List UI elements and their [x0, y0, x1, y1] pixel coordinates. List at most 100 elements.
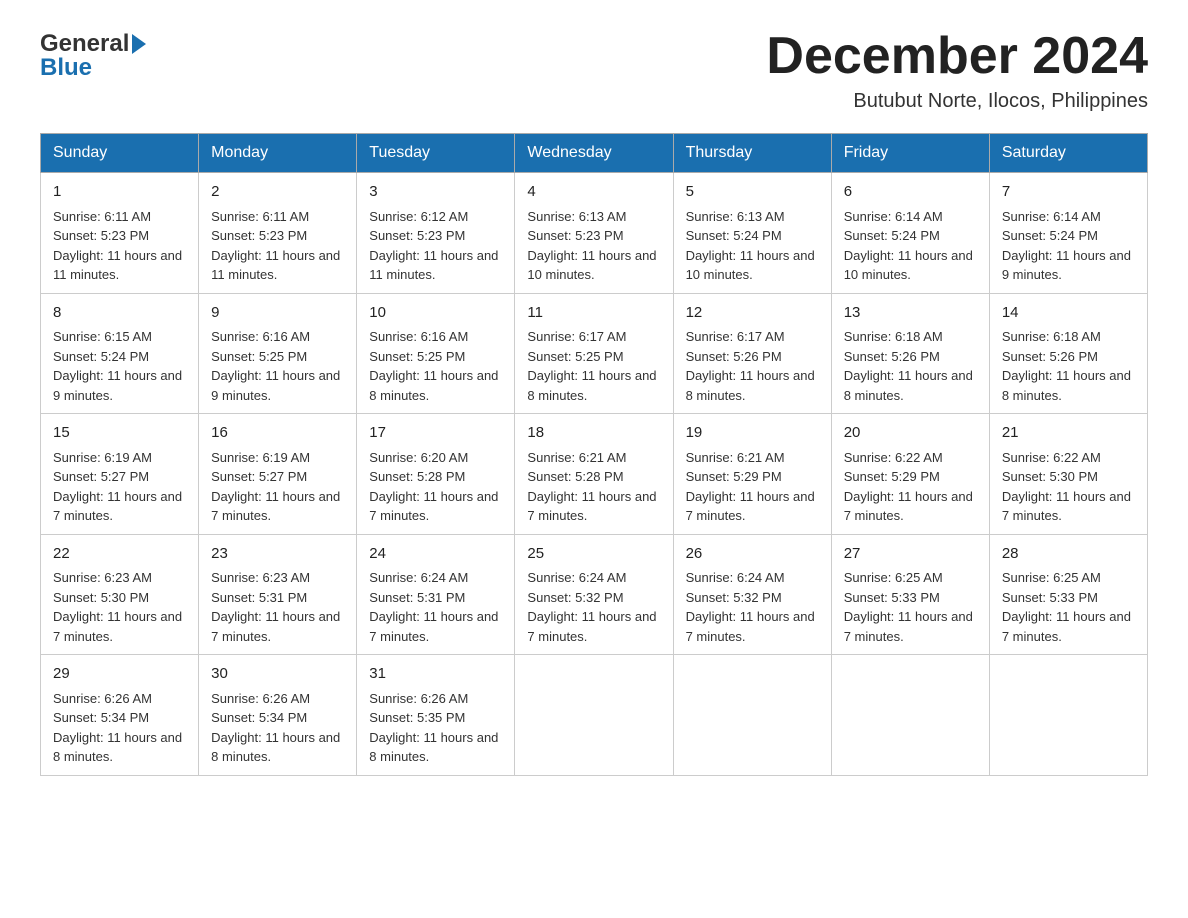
calendar-cell: 14Sunrise: 6:18 AMSunset: 5:26 PMDayligh… [989, 293, 1147, 414]
calendar-cell: 30 Sunrise: 6:26 AMSunset: 5:34 PMDayligh… [199, 655, 357, 776]
day-info: Sunrise: 6:23 AMSunset: 5:30 PMDaylight:… [53, 568, 186, 646]
day-number: 4 [527, 181, 660, 204]
day-number: 11 [527, 302, 660, 325]
day-info: Sunrise: 6:18 AMSunset: 5:26 PMDaylight:… [844, 327, 977, 405]
day-info: Sunrise: 6:20 AMSunset: 5:28 PMDaylight:… [369, 448, 502, 526]
day-info: Sunrise: 6:11 AMSunset: 5:23 PMDaylight:… [53, 207, 186, 285]
calendar-cell: 11Sunrise: 6:17 AMSunset: 5:25 PMDayligh… [515, 293, 673, 414]
day-number: 14 [1002, 302, 1135, 325]
day-number: 12 [686, 302, 819, 325]
day-info: Sunrise: 6:18 AMSunset: 5:26 PMDaylight:… [1002, 327, 1135, 405]
day-number: 8 [53, 302, 186, 325]
week-row-4: 22Sunrise: 6:23 AMSunset: 5:30 PMDayligh… [41, 534, 1148, 655]
day-info: Sunrise: 6:17 AMSunset: 5:26 PMDaylight:… [686, 327, 819, 405]
day-number: 9 [211, 302, 344, 325]
calendar-cell: 10Sunrise: 6:16 AMSunset: 5:25 PMDayligh… [357, 293, 515, 414]
day-info: Sunrise: 6:23 AMSunset: 5:31 PMDaylight:… [211, 568, 344, 646]
day-number: 13 [844, 302, 977, 325]
header-wednesday: Wednesday [515, 134, 673, 173]
day-info: Sunrise: 6:24 AMSunset: 5:32 PMDaylight:… [686, 568, 819, 646]
day-number: 25 [527, 543, 660, 566]
calendar-cell: 19Sunrise: 6:21 AMSunset: 5:29 PMDayligh… [673, 414, 831, 535]
day-info: Sunrise: 6:11 AMSunset: 5:23 PMDaylight:… [211, 207, 344, 285]
calendar-cell: 27Sunrise: 6:25 AMSunset: 5:33 PMDayligh… [831, 534, 989, 655]
day-number: 15 [53, 422, 186, 445]
day-number: 19 [686, 422, 819, 445]
calendar-cell: 16 Sunrise: 6:19 AMSunset: 5:27 PMDayligh… [199, 414, 357, 535]
calendar-cell: 20 Sunrise: 6:22 AMSunset: 5:29 PMDayligh… [831, 414, 989, 535]
day-info: Sunrise: 6:14 AMSunset: 5:24 PMDaylight:… [844, 207, 977, 285]
day-info: Sunrise: 6:26 AMSunset: 5:34 PMDaylight:… [53, 689, 186, 767]
day-number: 22 [53, 543, 186, 566]
calendar-cell: 28Sunrise: 6:25 AMSunset: 5:33 PMDayligh… [989, 534, 1147, 655]
day-number: 31 [369, 663, 502, 686]
calendar-header-row: SundayMondayTuesdayWednesdayThursdayFrid… [41, 134, 1148, 173]
day-number: 21 [1002, 422, 1135, 445]
day-number: 1 [53, 181, 186, 204]
week-row-2: 8Sunrise: 6:15 AMSunset: 5:24 PMDaylight… [41, 293, 1148, 414]
calendar-cell [831, 655, 989, 776]
day-info: Sunrise: 6:13 AMSunset: 5:24 PMDaylight:… [686, 207, 819, 285]
logo: General Blue [40, 30, 146, 82]
day-number: 30 [211, 663, 344, 686]
calendar-cell: 25Sunrise: 6:24 AMSunset: 5:32 PMDayligh… [515, 534, 673, 655]
calendar-cell: 21 Sunrise: 6:22 AMSunset: 5:30 PMDayligh… [989, 414, 1147, 535]
day-number: 6 [844, 181, 977, 204]
logo-arrow-icon [132, 34, 146, 54]
calendar-cell: 1 Sunrise: 6:11 AMSunset: 5:23 PMDaylight… [41, 173, 199, 294]
header-friday: Friday [831, 134, 989, 173]
calendar-cell: 3Sunrise: 6:12 AMSunset: 5:23 PMDaylight… [357, 173, 515, 294]
month-title: December 2024 [766, 30, 1148, 82]
day-number: 23 [211, 543, 344, 566]
day-number: 7 [1002, 181, 1135, 204]
day-info: Sunrise: 6:22 AMSunset: 5:29 PMDaylight:… [844, 448, 977, 526]
day-info: Sunrise: 6:25 AMSunset: 5:33 PMDaylight:… [844, 568, 977, 646]
calendar-cell: 13Sunrise: 6:18 AMSunset: 5:26 PMDayligh… [831, 293, 989, 414]
week-row-3: 15 Sunrise: 6:19 AMSunset: 5:27 PMDayligh… [41, 414, 1148, 535]
day-info: Sunrise: 6:13 AMSunset: 5:23 PMDaylight:… [527, 207, 660, 285]
calendar-cell: 23Sunrise: 6:23 AMSunset: 5:31 PMDayligh… [199, 534, 357, 655]
header-sunday: Sunday [41, 134, 199, 173]
header-thursday: Thursday [673, 134, 831, 173]
day-info: Sunrise: 6:26 AMSunset: 5:34 PMDaylight:… [211, 689, 344, 767]
day-info: Sunrise: 6:22 AMSunset: 5:30 PMDaylight:… [1002, 448, 1135, 526]
day-info: Sunrise: 6:24 AMSunset: 5:31 PMDaylight:… [369, 568, 502, 646]
calendar-cell: 12Sunrise: 6:17 AMSunset: 5:26 PMDayligh… [673, 293, 831, 414]
day-info: Sunrise: 6:25 AMSunset: 5:33 PMDaylight:… [1002, 568, 1135, 646]
day-number: 29 [53, 663, 186, 686]
day-info: Sunrise: 6:17 AMSunset: 5:25 PMDaylight:… [527, 327, 660, 405]
day-number: 16 [211, 422, 344, 445]
day-number: 5 [686, 181, 819, 204]
title-area: December 2024 Butubut Norte, Ilocos, Phi… [766, 30, 1148, 113]
day-info: Sunrise: 6:19 AMSunset: 5:27 PMDaylight:… [211, 448, 344, 526]
day-info: Sunrise: 6:21 AMSunset: 5:28 PMDaylight:… [527, 448, 660, 526]
calendar-cell: 7 Sunrise: 6:14 AMSunset: 5:24 PMDaylight… [989, 173, 1147, 294]
day-number: 28 [1002, 543, 1135, 566]
calendar-cell: 29 Sunrise: 6:26 AMSunset: 5:34 PMDayligh… [41, 655, 199, 776]
day-number: 20 [844, 422, 977, 445]
calendar-cell: 4 Sunrise: 6:13 AMSunset: 5:23 PMDaylight… [515, 173, 673, 294]
day-info: Sunrise: 6:16 AMSunset: 5:25 PMDaylight:… [369, 327, 502, 405]
day-info: Sunrise: 6:26 AMSunset: 5:35 PMDaylight:… [369, 689, 502, 767]
day-info: Sunrise: 6:24 AMSunset: 5:32 PMDaylight:… [527, 568, 660, 646]
location-text: Butubut Norte, Ilocos, Philippines [766, 90, 1148, 113]
calendar-cell: 17 Sunrise: 6:20 AMSunset: 5:28 PMDayligh… [357, 414, 515, 535]
calendar-cell: 8Sunrise: 6:15 AMSunset: 5:24 PMDaylight… [41, 293, 199, 414]
calendar-cell [673, 655, 831, 776]
day-info: Sunrise: 6:12 AMSunset: 5:23 PMDaylight:… [369, 207, 502, 285]
day-info: Sunrise: 6:14 AMSunset: 5:24 PMDaylight:… [1002, 207, 1135, 285]
calendar-cell: 26Sunrise: 6:24 AMSunset: 5:32 PMDayligh… [673, 534, 831, 655]
day-info: Sunrise: 6:15 AMSunset: 5:24 PMDaylight:… [53, 327, 186, 405]
calendar-cell [515, 655, 673, 776]
calendar-cell: 2Sunrise: 6:11 AMSunset: 5:23 PMDaylight… [199, 173, 357, 294]
day-number: 17 [369, 422, 502, 445]
calendar-cell: 6 Sunrise: 6:14 AMSunset: 5:24 PMDaylight… [831, 173, 989, 294]
day-number: 26 [686, 543, 819, 566]
header-tuesday: Tuesday [357, 134, 515, 173]
calendar-cell: 22Sunrise: 6:23 AMSunset: 5:30 PMDayligh… [41, 534, 199, 655]
day-info: Sunrise: 6:16 AMSunset: 5:25 PMDaylight:… [211, 327, 344, 405]
calendar-cell: 15 Sunrise: 6:19 AMSunset: 5:27 PMDayligh… [41, 414, 199, 535]
logo-blue-text: Blue [40, 54, 92, 82]
header-saturday: Saturday [989, 134, 1147, 173]
day-info: Sunrise: 6:19 AMSunset: 5:27 PMDaylight:… [53, 448, 186, 526]
